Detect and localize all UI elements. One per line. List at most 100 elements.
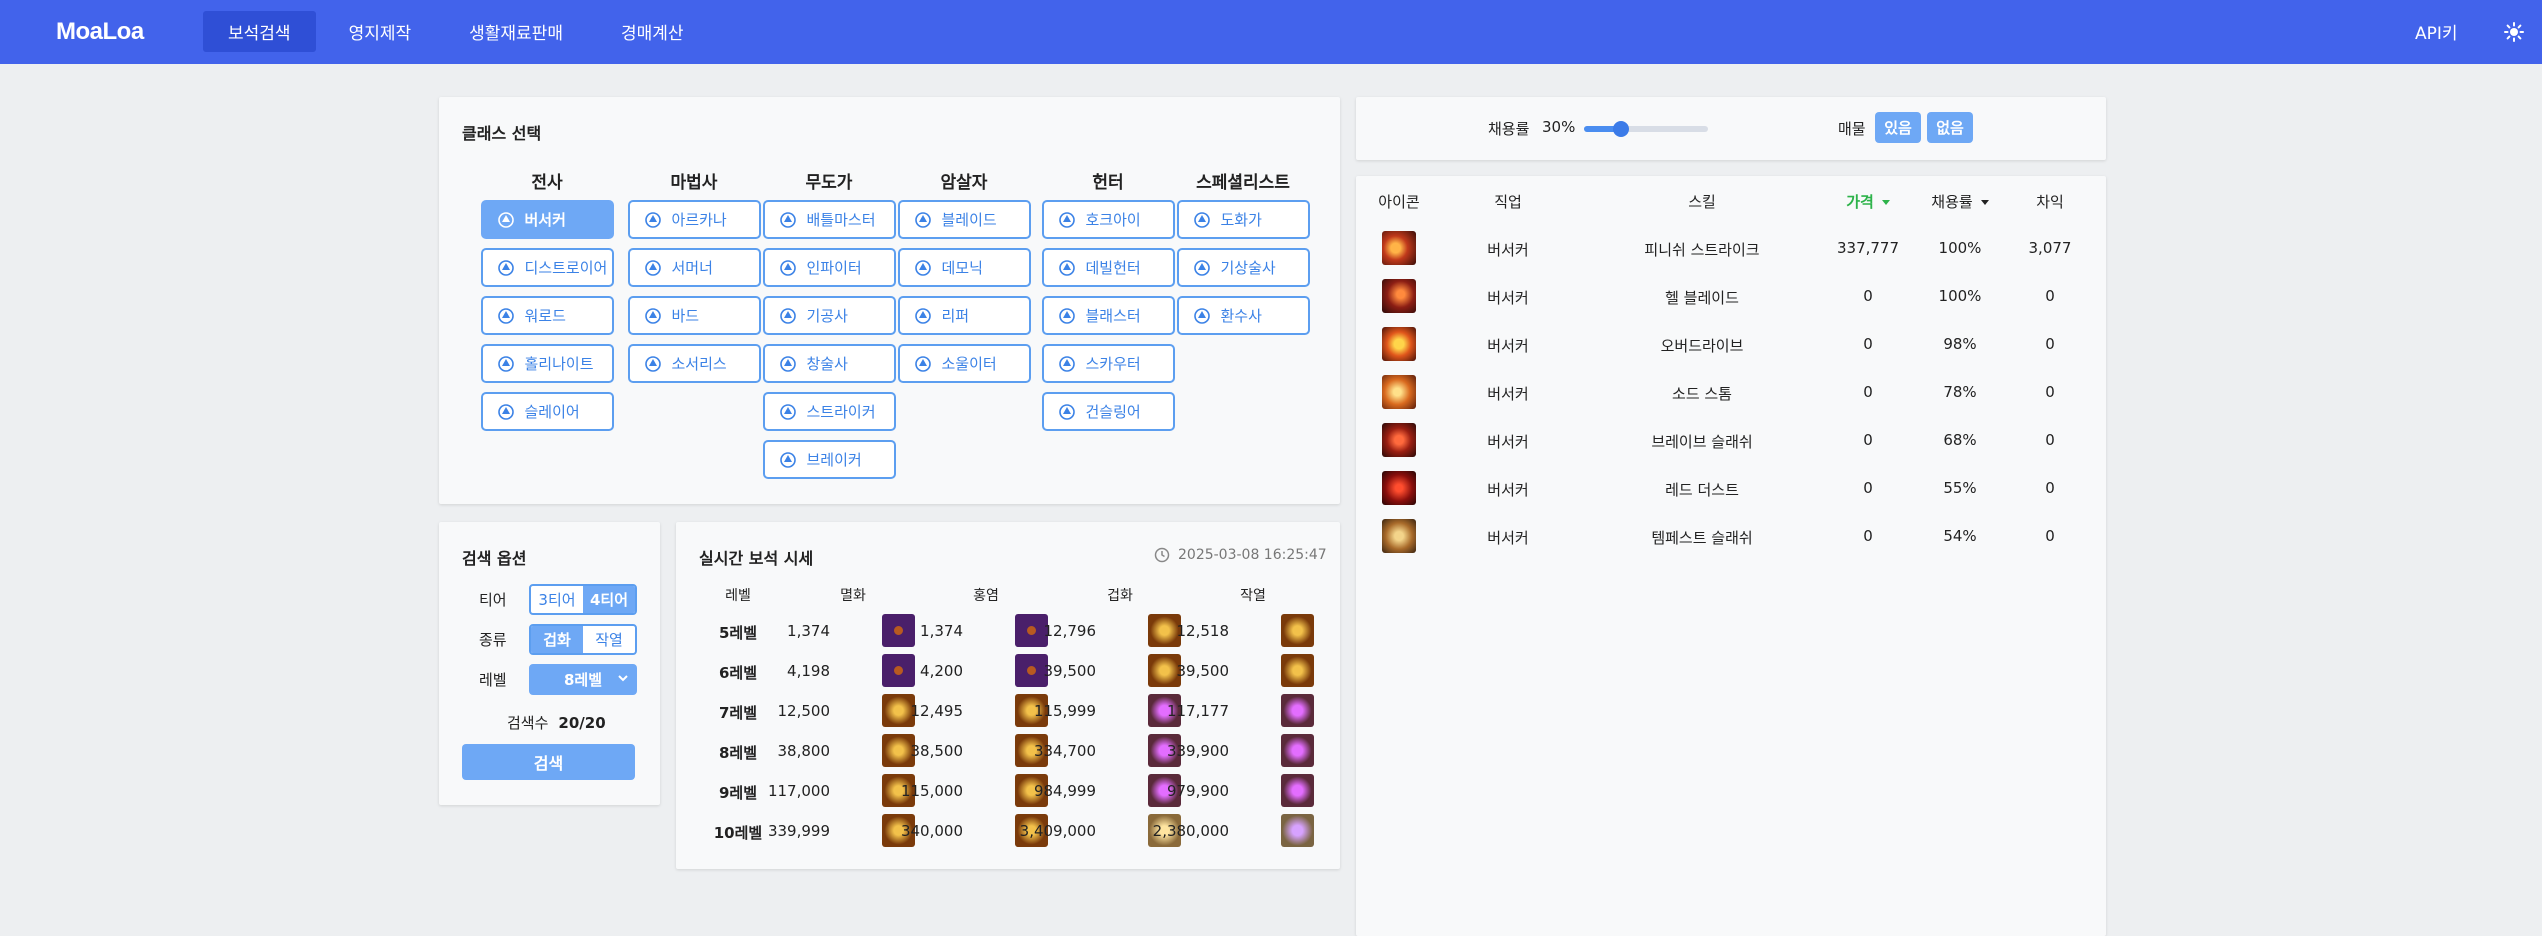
api-key-link[interactable]: API키 <box>2415 19 2458 44</box>
gem-column-header: 레벨 <box>725 588 751 604</box>
gem-price-value: 39,500 <box>1176 662 1230 680</box>
gem-price-value: 1,374 <box>787 622 830 640</box>
sale-label: 매물 <box>1838 120 1866 138</box>
skill-table-row[interactable]: 버서커 브레이브 슬래쉬 0 68% 0 <box>1356 416 2106 464</box>
skill-column-header-label: 차익 <box>2036 193 2064 211</box>
nav-estate-craft[interactable]: 영지제작 <box>324 11 437 52</box>
gem-price-value: 4,200 <box>920 662 963 680</box>
class-button-label: 스트라이커 <box>806 403 876 421</box>
gem-price-card: 실시간 보석 시세 2025-03-08 16:25:47 레벨 멸화 홍염 겁화 작열… <box>676 522 1340 869</box>
skill-table-row[interactable]: 버서커 피니쉬 스트라이크 337,777 100% 3,077 <box>1356 224 2106 272</box>
class-button[interactable]: 슬레이어 <box>480 392 614 431</box>
sale-yes-button[interactable]: 있음 <box>1875 112 1921 143</box>
skill-cell-skill: 브레이브 슬래쉬 <box>1651 433 1753 451</box>
skill-column-header-label: 가격 <box>1846 193 1874 211</box>
skill-cell-skill: 템페스트 슬래쉬 <box>1651 529 1753 547</box>
skill-cell-skill: 오버드라이브 <box>1660 337 1744 355</box>
class-button[interactable]: 바드 <box>627 296 761 335</box>
rate-label: 채용률 <box>1488 120 1530 138</box>
class-button-label: 워로드 <box>524 307 566 325</box>
skill-table-row[interactable]: 버서커 헬 블레이드 0 100% 0 <box>1356 272 2106 320</box>
kind-option-jakyeol[interactable]: 작열 <box>583 626 635 653</box>
class-button-label: 버서커 <box>524 211 566 229</box>
class-button[interactable]: 호크아이 <box>1041 200 1175 239</box>
class-button[interactable]: 배틀마스터 <box>762 200 896 239</box>
class-emblem-icon <box>644 211 661 228</box>
level-select[interactable]: 8레벨 <box>529 664 637 695</box>
gem-price-value: 115,000 <box>900 782 963 800</box>
class-button[interactable]: 기상술사 <box>1176 248 1310 287</box>
class-button[interactable]: 디스트로이어 <box>480 248 614 287</box>
sort-caret-icon <box>1881 200 1890 205</box>
gem-price-value: 12,495 <box>910 702 964 720</box>
class-emblem-icon <box>1058 355 1075 372</box>
class-emblem-icon <box>1193 307 1210 324</box>
class-select-title: 클래스 선택 <box>462 124 542 143</box>
skill-cell-diff: 3,077 <box>2028 239 2072 257</box>
class-button[interactable]: 스카우터 <box>1041 344 1175 383</box>
nav-life-material-sale[interactable]: 생활재료판매 <box>444 11 588 52</box>
class-button[interactable]: 블래스터 <box>1041 296 1175 335</box>
main-nav: 보석검색 영지제작 생활재료판매 경매계산 <box>203 11 717 52</box>
class-button[interactable]: 서머너 <box>627 248 761 287</box>
class-button[interactable]: 창술사 <box>762 344 896 383</box>
class-button[interactable]: 리퍼 <box>897 296 1031 335</box>
sale-no-button[interactable]: 없음 <box>1927 112 1973 143</box>
skill-cell-skill: 헬 블레이드 <box>1665 289 1739 307</box>
gem-price-row: 5레벨 1,374 1,374 12,796 12,518 <box>676 611 1340 651</box>
tier-option-4[interactable]: 4티어 <box>583 586 635 613</box>
rate-slider[interactable] <box>1584 121 1708 137</box>
class-button[interactable]: 브레이커 <box>762 440 896 479</box>
nav-auction-calc[interactable]: 경매계산 <box>596 11 709 52</box>
class-button-label: 기공사 <box>806 307 848 325</box>
tier-option-3[interactable]: 3티어 <box>531 586 583 613</box>
class-emblem-icon <box>914 355 931 372</box>
class-button[interactable]: 데모닉 <box>897 248 1031 287</box>
skill-table-row[interactable]: 버서커 레드 더스트 0 55% 0 <box>1356 464 2106 512</box>
skill-table-row[interactable]: 버서커 템페스트 슬래쉬 0 54% 0 <box>1356 512 2106 560</box>
kind-option-geophwa[interactable]: 겁화 <box>531 626 583 653</box>
skill-table-row[interactable]: 버서커 소드 스톰 0 78% 0 <box>1356 368 2106 416</box>
theme-toggle-button[interactable] <box>2500 18 2528 46</box>
class-button[interactable]: 워로드 <box>480 296 614 335</box>
skill-column-header-label: 아이콘 <box>1378 193 1420 211</box>
gem-icon <box>1281 734 1314 767</box>
class-emblem-icon <box>644 355 661 372</box>
class-emblem-icon <box>497 403 514 420</box>
nav-gem-search[interactable]: 보석검색 <box>203 11 316 52</box>
logo[interactable]: MoaLoa <box>56 18 144 46</box>
class-emblem-icon <box>914 259 931 276</box>
gem-price-row: 7레벨 12,500 12,495 115,999 117,177 <box>676 691 1340 731</box>
class-button[interactable]: 도화가 <box>1176 200 1310 239</box>
gem-price-row: 10레벨 339,999 340,000 3,409,000 2,380,000 <box>676 811 1340 851</box>
class-button-label: 데빌헌터 <box>1085 259 1141 277</box>
class-emblem-icon <box>1058 307 1075 324</box>
class-button[interactable]: 소서리스 <box>627 344 761 383</box>
skill-table-row[interactable]: 버서커 오버드라이브 0 98% 0 <box>1356 320 2106 368</box>
class-button[interactable]: 환수사 <box>1176 296 1310 335</box>
skill-table-card: 아이콘 직업 스킬 가격 채용률 차익 버서커 피니쉬 스트라이크 337,777 100% 3,0… <box>1356 176 2106 936</box>
rate-slider-handle[interactable] <box>1613 121 1630 137</box>
class-button[interactable]: 버서커 <box>480 200 614 239</box>
class-emblem-icon <box>1193 211 1210 228</box>
class-button[interactable]: 데빌헌터 <box>1041 248 1175 287</box>
class-button-label: 리퍼 <box>941 307 970 325</box>
search-count-label: 검색수 <box>507 714 549 732</box>
class-button[interactable]: 홀리나이트 <box>480 344 614 383</box>
class-button-label: 건슬링어 <box>1085 403 1141 421</box>
search-options-title: 검색 옵션 <box>462 549 527 568</box>
skill-column-header: 차익 <box>1990 191 2110 212</box>
class-button[interactable]: 아르카나 <box>627 200 761 239</box>
class-button[interactable]: 블레이드 <box>897 200 1031 239</box>
gem-price-value: 38,500 <box>910 742 964 760</box>
class-button[interactable]: 스트라이커 <box>762 392 896 431</box>
gem-icon <box>1281 774 1314 807</box>
level-label: 레벨 <box>479 671 507 689</box>
search-button[interactable]: 검색 <box>462 744 635 780</box>
class-button-label: 슬레이어 <box>524 403 580 421</box>
class-button[interactable]: 기공사 <box>762 296 896 335</box>
class-button[interactable]: 건슬링어 <box>1041 392 1175 431</box>
class-button[interactable]: 소울이터 <box>897 344 1031 383</box>
class-button-label: 블레이드 <box>941 211 997 229</box>
class-button[interactable]: 인파이터 <box>762 248 896 287</box>
